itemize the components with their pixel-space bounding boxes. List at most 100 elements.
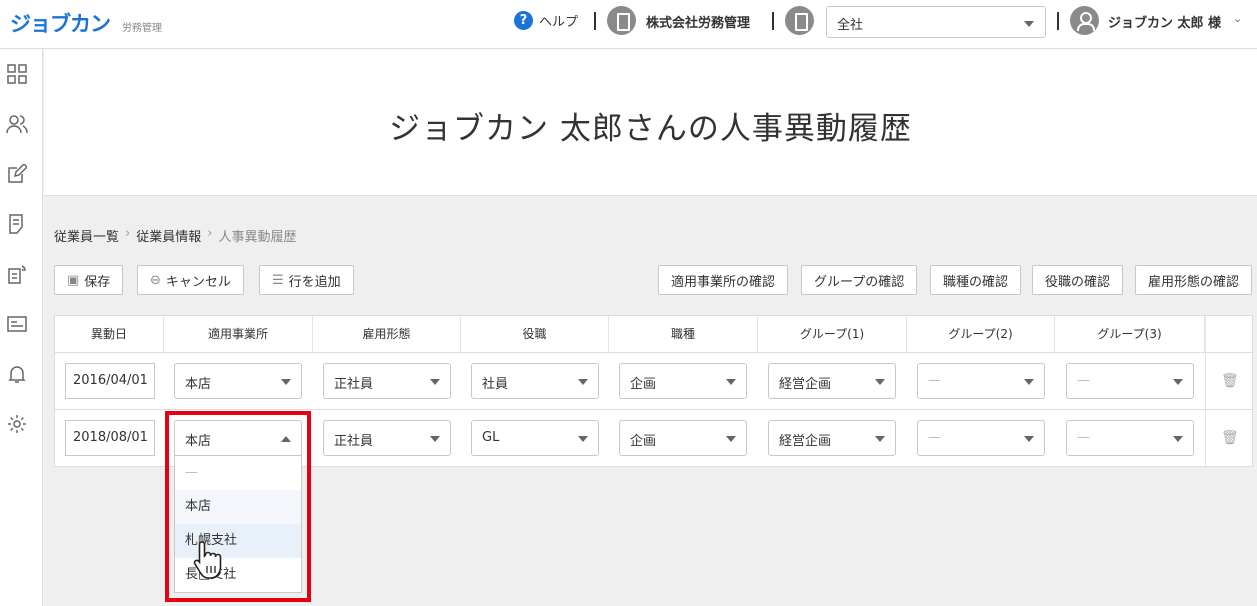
column-header-employment: 雇用形態 [313,316,461,353]
job-type-select[interactable]: 企画 [619,363,747,399]
edit-icon[interactable] [6,162,29,186]
check-employment-button[interactable]: 雇用形態の確認 [1135,265,1253,295]
check-group-label: グループの確認 [814,274,905,290]
hand-pointer-icon [193,541,222,579]
column-header-position: 役職 [461,316,609,353]
cancel-label: キャンセル [165,274,231,290]
header-divider [772,12,774,30]
breadcrumb-employee-list[interactable]: 従業員一覧 [54,226,119,245]
add-row-icon: ☰ [272,272,284,288]
job-type-value: 企画 [630,377,657,392]
group1-value: 経営企画 [779,434,832,449]
office-value: 本店 [185,377,212,392]
employment-select[interactable]: 正社員 [323,420,451,456]
position-value: 社員 [482,377,509,392]
dashboard-icon[interactable] [6,64,28,86]
column-header-group3: グループ(3) [1055,316,1205,353]
chevron-right-icon: › [125,226,131,241]
top-header: ジョブカン 労務管理 ? ヘルプ 株式会社労務管理 全社 ジョブカン 太郎 様 … [0,0,1257,49]
id-card-icon[interactable] [6,314,28,336]
group2-select[interactable]: — [917,420,1045,456]
table-header-row: 異動日 適用事業所 雇用形態 役職 職種 グループ(1) グループ(2) グルー… [55,316,1252,353]
chevron-down-icon[interactable]: ⌄ [1233,12,1242,25]
group2-select[interactable]: — [917,363,1045,399]
chevron-down-icon [1024,21,1034,27]
minus-circle-icon: ⊖ [150,272,161,288]
highlight-box [165,411,311,602]
office-select[interactable]: 本店 [174,363,302,399]
column-header-date: 異動日 [55,316,164,353]
breadcrumb: 従業員一覧 › 従業員情報 › 人事異動履歴 [54,226,296,245]
chevron-down-icon [1024,379,1034,385]
table-divider [1205,316,1206,466]
transfer-date-input[interactable]: 2018/08/01 [65,420,155,456]
check-group-button[interactable]: グループの確認 [801,265,918,295]
check-office-button[interactable]: 適用事業所の確認 [658,265,789,295]
group1-value: 経営企画 [779,377,832,392]
position-select[interactable]: 社員 [471,363,599,399]
company-scope-value: 全社 [837,18,864,33]
help-icon: ? [514,11,533,30]
company-name: 株式会社労務管理 [646,16,751,31]
save-label: 保存 [84,274,111,290]
column-header-job-type: 職種 [609,316,758,353]
chevron-down-icon [726,436,736,442]
trash-icon[interactable]: 🗑 [1221,373,1239,389]
chevron-down-icon [430,436,440,442]
chevron-down-icon [1173,379,1183,385]
group3-select[interactable]: — [1066,363,1194,399]
breadcrumb-employee-info[interactable]: 従業員情報 [136,226,201,245]
column-header-group2: グループ(2) [907,316,1055,353]
employment-select[interactable]: 正社員 [323,363,451,399]
app-logo[interactable]: ジョブカン [10,8,111,38]
add-row-button[interactable]: ☰ 行を追加 [259,265,354,295]
group1-select[interactable]: 経営企画 [768,420,896,456]
chevron-down-icon [1173,436,1183,442]
column-header-group1: グループ(1) [758,316,907,353]
group2-value: — [928,430,941,445]
trash-icon[interactable]: 🗑 [1221,430,1239,446]
position-select[interactable]: GL [471,420,599,456]
sidebar [0,49,43,606]
chevron-down-icon [875,436,885,442]
check-job-type-button[interactable]: 職種の確認 [930,265,1022,295]
save-icon: ▣ [67,272,80,288]
help-link[interactable]: ? ヘルプ [514,11,578,30]
employees-icon[interactable] [6,114,28,136]
chevron-down-icon [430,379,440,385]
gear-icon[interactable] [6,414,28,436]
user-name[interactable]: ジョブカン 太郎 様 [1108,12,1221,31]
group3-select[interactable]: — [1066,420,1194,456]
check-position-label: 役職の確認 [1045,274,1111,290]
building-icon [607,6,636,35]
job-type-value: 企画 [630,434,657,449]
app-logo-subtitle: 労務管理 [122,23,162,34]
help-label: ヘルプ [539,15,579,30]
header-divider [594,12,596,30]
job-type-select[interactable]: 企画 [619,420,747,456]
title-area: ジョブカン 太郎さんの人事異動履歴 [44,49,1257,196]
table-row: 2016/04/01 本店 正社員 社員 企画 経営企画 — — 🗑 [55,353,1252,410]
group3-value: — [1077,373,1090,388]
check-position-button[interactable]: 役職の確認 [1032,265,1124,295]
add-row-label: 行を追加 [288,274,341,290]
chevron-down-icon [578,436,588,442]
save-button[interactable]: ▣ 保存 [54,265,124,295]
group1-select[interactable]: 経営企画 [768,363,896,399]
chevron-down-icon [875,379,885,385]
chevron-right-icon: › [207,226,213,241]
user-avatar-icon[interactable] [1070,6,1099,35]
column-header-office: 適用事業所 [164,316,313,353]
breadcrumb-current: 人事異動履歴 [218,230,297,245]
check-office-label: 適用事業所の確認 [671,274,776,290]
building-icon [785,6,814,35]
company-scope-select[interactable]: 全社 [826,6,1046,38]
procedure-icon[interactable] [6,264,28,286]
cancel-button[interactable]: ⊖ キャンセル [137,265,244,295]
check-employment-label: 雇用形態の確認 [1148,274,1240,290]
position-value: GL [482,430,500,445]
transfer-date-input[interactable]: 2016/04/01 [65,363,155,399]
document-icon[interactable] [6,214,28,236]
bell-icon[interactable] [6,364,28,386]
chevron-down-icon [1024,436,1034,442]
